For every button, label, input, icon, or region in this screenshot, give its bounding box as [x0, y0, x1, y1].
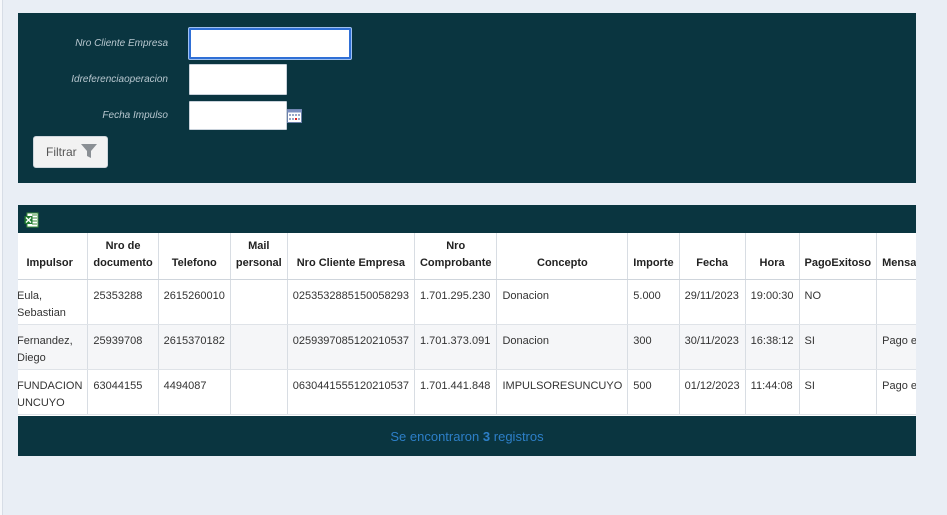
- nro-cliente-label: Nro Cliente Empresa: [75, 38, 168, 49]
- cell-pago-exitoso: SI: [799, 369, 878, 415]
- footer-prefix: Se encontraron: [390, 428, 480, 444]
- cell-concepto: IMPULSORESUNCUYO: [496, 369, 629, 415]
- record-count: 3: [482, 428, 491, 444]
- col-header-fecha[interactable]: Fecha: [679, 233, 746, 280]
- cell-comprobante: 1.701.441.848: [414, 369, 498, 415]
- grid-toolbar: [18, 205, 916, 233]
- cell-impulsor: Fernandez, Diego: [18, 324, 89, 370]
- cell-nro-cliente: 0253532885150058293: [287, 279, 415, 325]
- cell-pago-exitoso: SI: [799, 324, 878, 370]
- col-header-impulsor[interactable]: Impulsor: [18, 233, 89, 280]
- col-header-telefono[interactable]: Telefono: [158, 233, 231, 280]
- idref-input[interactable]: [189, 64, 287, 95]
- cell-telefono: 2615370182: [158, 324, 231, 370]
- cell-mensaje: Pago exito: [876, 369, 916, 415]
- records-footer: Se encontraron 3 registros: [18, 416, 916, 456]
- cell-hora: 11:44:08: [745, 369, 800, 415]
- cell-documento: 25353288: [87, 279, 159, 325]
- cell-hora: 19:00:30: [745, 279, 800, 325]
- fecha-input[interactable]: [189, 101, 287, 130]
- cell-importe: 500: [627, 369, 680, 415]
- cell-comprobante: 1.701.295.230: [414, 279, 498, 325]
- col-header-concepto[interactable]: Concepto: [496, 233, 629, 280]
- cell-telefono: 2615260010: [158, 279, 231, 325]
- cell-impulsor: FUNDACION UNCUYO: [18, 369, 89, 415]
- grid-table-viewport: Impulsor Nro de documento Telefono Mail pe…: [18, 233, 916, 416]
- filter-button[interactable]: Filtrar: [33, 136, 108, 168]
- filter-panel: Nro Cliente Empresa Idreferenciaoperacio…: [18, 13, 916, 183]
- results-table: Impulsor Nro de documento Telefono Mail pe…: [18, 233, 916, 415]
- col-header-hora[interactable]: Hora: [745, 233, 800, 280]
- cell-mensaje: [876, 279, 916, 325]
- cell-documento: 25939708: [87, 324, 159, 370]
- cell-concepto: Donacion: [496, 279, 629, 325]
- nro-cliente-input[interactable]: [189, 28, 351, 59]
- table-row[interactable]: Fernandez, Diego 25939708 2615370182 0259…: [18, 324, 916, 370]
- cell-comprobante: 1.701.373.091: [414, 324, 498, 370]
- cell-nro-cliente: 0259397085120210537: [287, 324, 415, 370]
- page-edge: [0, 0, 3, 515]
- funnel-icon: [80, 142, 98, 163]
- col-header-documento[interactable]: Nro de documento: [87, 233, 159, 280]
- cell-mensaje: Pago exito: [876, 324, 916, 370]
- cell-fecha: 29/11/2023: [679, 279, 746, 325]
- excel-export-icon[interactable]: [24, 212, 40, 233]
- cell-importe: 300: [627, 324, 680, 370]
- table-row[interactable]: FUNDACION UNCUYO 63044155 4494087 0630441…: [18, 369, 916, 415]
- cell-telefono: 4494087: [158, 369, 231, 415]
- col-header-pago-exitoso[interactable]: PagoExitoso: [799, 233, 878, 280]
- cell-hora: 16:38:12: [745, 324, 800, 370]
- cell-mail: [230, 369, 288, 415]
- idref-label: Idreferenciaoperacion: [71, 74, 168, 85]
- cell-concepto: Donacion: [496, 324, 629, 370]
- header-row: Impulsor Nro de documento Telefono Mail pe…: [18, 233, 916, 280]
- col-header-nro-cliente[interactable]: Nro Cliente Empresa: [287, 233, 415, 280]
- cell-mail: [230, 279, 288, 325]
- cell-pago-exitoso: NO: [799, 279, 878, 325]
- fecha-label: Fecha Impulso: [102, 110, 168, 121]
- cell-mail: [230, 324, 288, 370]
- calendar-icon[interactable]: [287, 109, 302, 128]
- footer-suffix: registros: [493, 428, 544, 444]
- col-header-comprobante[interactable]: Nro Comprobante: [414, 233, 498, 280]
- col-header-mail[interactable]: Mail personal: [230, 233, 288, 280]
- table-row[interactable]: Eula, Sebastian 25353288 2615260010 02535…: [18, 279, 916, 325]
- cell-importe: 5.000: [627, 279, 680, 325]
- cell-nro-cliente: 0630441555120210537: [287, 369, 415, 415]
- cell-fecha: 30/11/2023: [679, 324, 746, 370]
- col-header-importe[interactable]: Importe: [627, 233, 680, 280]
- cell-documento: 63044155: [87, 369, 159, 415]
- col-header-mensaje[interactable]: MensajeRe: [876, 233, 916, 280]
- results-grid: Impulsor Nro de documento Telefono Mail pe…: [18, 205, 916, 456]
- cell-impulsor: Eula, Sebastian: [18, 279, 89, 325]
- filter-button-label: Filtrar: [46, 145, 77, 159]
- cell-fecha: 01/12/2023: [679, 369, 746, 415]
